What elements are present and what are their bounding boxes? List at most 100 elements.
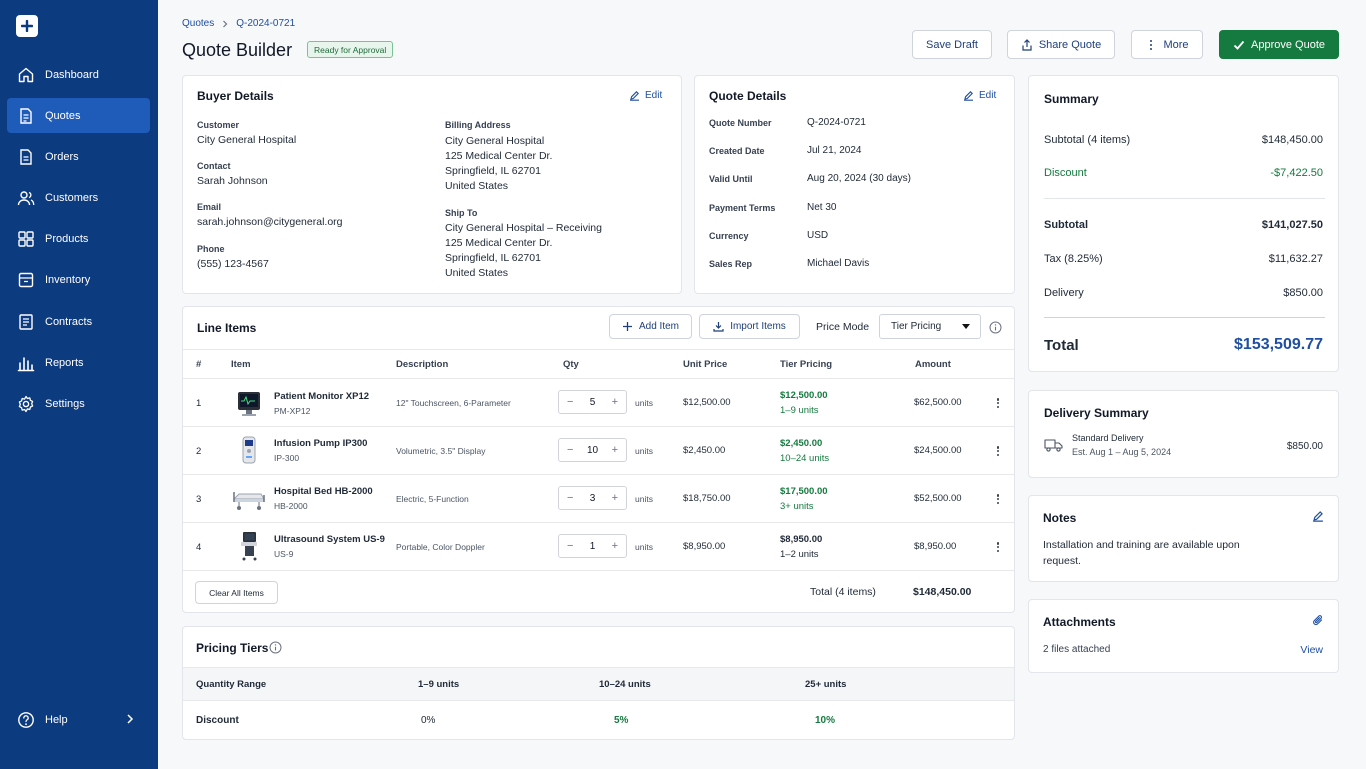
breadcrumb: Quotes Q-2024-0721 bbox=[182, 18, 295, 29]
info-icon[interactable] bbox=[269, 641, 282, 654]
approve-quote-button[interactable]: Approve Quote bbox=[1219, 30, 1339, 59]
quantity-stepper[interactable]: − 1 + bbox=[558, 534, 627, 558]
view-attachments-link[interactable]: View bbox=[1300, 644, 1323, 656]
quantity-value: 1 bbox=[589, 540, 596, 552]
sidebar-item-label: Inventory bbox=[45, 274, 91, 287]
chevron-right-icon bbox=[127, 714, 134, 724]
quantity-stepper[interactable]: − 3 + bbox=[558, 486, 627, 510]
divider bbox=[183, 474, 1014, 475]
summary-card: Summary Subtotal (4 items) $148,450.00 D… bbox=[1028, 75, 1339, 372]
tier-range-header: 1–9 units bbox=[418, 679, 460, 690]
line-items-total-label: Total (4 items) bbox=[810, 586, 876, 598]
quantity-stepper[interactable]: − 5 + bbox=[558, 390, 627, 414]
column-header: Amount bbox=[915, 359, 951, 370]
phone-value: (555) 123-4567 bbox=[197, 258, 269, 270]
item-name[interactable]: Ultrasound System US-9 bbox=[274, 534, 385, 545]
decrement-button[interactable]: − bbox=[567, 492, 573, 504]
increment-button[interactable]: + bbox=[612, 492, 618, 504]
clear-all-items-button[interactable]: Clear All Items bbox=[195, 581, 278, 604]
increment-button[interactable]: + bbox=[612, 444, 618, 456]
quote-field-value: Jul 21, 2024 bbox=[807, 145, 862, 156]
quote-edit-button[interactable]: Edit bbox=[963, 90, 996, 101]
decrement-button[interactable]: − bbox=[567, 396, 573, 408]
quote-field-value: Net 30 bbox=[807, 202, 837, 213]
quote-field-label: Valid Until bbox=[709, 174, 753, 184]
ship-to-line: City General Hospital – Receiving bbox=[445, 222, 602, 234]
ultrasound-system-image bbox=[241, 532, 257, 561]
import-items-label: Import Items bbox=[730, 321, 786, 332]
tier-price: $8,950.00 bbox=[780, 534, 823, 545]
app-logo[interactable] bbox=[16, 15, 38, 37]
sidebar-item-dashboard[interactable]: Dashboard bbox=[7, 57, 150, 92]
row-amount: $8,950.00 bbox=[914, 541, 957, 552]
decrement-button[interactable]: − bbox=[567, 540, 573, 552]
row-menu-icon[interactable] bbox=[993, 492, 1003, 506]
sidebar-item-products[interactable]: Products bbox=[7, 222, 150, 257]
buyer-edit-button[interactable]: Edit bbox=[629, 90, 662, 101]
item-name[interactable]: Patient Monitor XP12 bbox=[274, 391, 369, 402]
quantity-value: 10 bbox=[586, 444, 599, 456]
sidebar-item-settings[interactable]: Settings bbox=[7, 387, 150, 422]
sidebar-item-quotes[interactable]: Quotes bbox=[7, 98, 150, 134]
increment-button[interactable]: + bbox=[612, 396, 618, 408]
more-button[interactable]: More bbox=[1131, 30, 1203, 59]
quantity-value: 5 bbox=[589, 396, 596, 408]
discount-row-label: Discount bbox=[196, 715, 239, 726]
delivery-label: Delivery bbox=[1044, 287, 1084, 299]
item-name[interactable]: Infusion Pump IP300 bbox=[274, 438, 367, 449]
attachments-title: Attachments bbox=[1043, 615, 1116, 629]
paperclip-icon[interactable] bbox=[1312, 614, 1324, 627]
add-item-button[interactable]: Add Item bbox=[609, 314, 692, 339]
sidebar-item-inventory[interactable]: Inventory bbox=[7, 263, 150, 298]
sidebar-item-customers[interactable]: Customers bbox=[7, 181, 150, 216]
pencil-icon[interactable] bbox=[1312, 510, 1324, 522]
ship-to-line: 125 Medical Center Dr. bbox=[445, 237, 553, 249]
notes-text: Installation and training are available … bbox=[1043, 539, 1240, 567]
price-mode-select[interactable]: Tier Pricing bbox=[879, 314, 981, 339]
sidebar-item-reports[interactable]: Reports bbox=[7, 345, 150, 380]
item-description: Electric, 5-Function bbox=[396, 494, 469, 504]
divider bbox=[183, 349, 1014, 350]
status-badge: Ready for Approval bbox=[307, 41, 394, 58]
sidebar-item-orders[interactable]: Orders bbox=[7, 139, 150, 174]
tier-price: $17,500.00 bbox=[780, 486, 828, 497]
buyer-details-card: Buyer Details Edit Customer City General… bbox=[182, 75, 682, 294]
infusion-pump-image bbox=[242, 436, 256, 464]
decrement-button[interactable]: − bbox=[567, 444, 573, 456]
breadcrumb-quotes[interactable]: Quotes bbox=[182, 18, 214, 29]
ship-to-label: Ship To bbox=[445, 208, 478, 218]
info-icon[interactable] bbox=[989, 321, 1002, 334]
row-menu-icon[interactable] bbox=[993, 396, 1003, 410]
delivery-estimate: Est. Aug 1 – Aug 5, 2024 bbox=[1072, 447, 1172, 457]
increment-button[interactable]: + bbox=[612, 540, 618, 552]
column-header: Tier Pricing bbox=[780, 359, 833, 370]
email-label: Email bbox=[197, 202, 222, 212]
unit-label: units bbox=[635, 542, 653, 552]
sidebar-item-label: Settings bbox=[45, 398, 85, 410]
share-quote-button[interactable]: Share Quote bbox=[1007, 30, 1115, 59]
notes-card: Notes Installation and training are avai… bbox=[1028, 495, 1339, 582]
edit-label: Edit bbox=[645, 90, 663, 101]
breadcrumb-current[interactable]: Q-2024-0721 bbox=[236, 18, 295, 29]
row-number: 1 bbox=[196, 398, 202, 409]
gear-icon bbox=[18, 395, 34, 413]
row-number: 2 bbox=[196, 446, 202, 457]
contract-icon bbox=[19, 313, 33, 330]
sidebar-item-contracts[interactable]: Contracts bbox=[7, 304, 150, 339]
row-menu-icon[interactable] bbox=[993, 540, 1003, 554]
quantity-stepper[interactable]: − 10 + bbox=[558, 438, 627, 462]
save-draft-button[interactable]: Save Draft bbox=[912, 30, 992, 59]
sidebar: Dashboard Quotes Orders Customers Produc… bbox=[0, 0, 158, 769]
unit-label: units bbox=[635, 494, 653, 504]
quote-details-card: Quote Details Edit Quote Number Q-2024-0… bbox=[694, 75, 1015, 294]
row-number: 3 bbox=[196, 494, 202, 505]
row-menu-icon[interactable] bbox=[993, 444, 1003, 458]
unit-label: units bbox=[635, 446, 653, 456]
total-value: $153,509.77 bbox=[1234, 336, 1323, 353]
plus-icon bbox=[622, 322, 632, 331]
unit-price: $12,500.00 bbox=[683, 397, 731, 408]
item-name[interactable]: Hospital Bed HB-2000 bbox=[274, 486, 373, 497]
import-items-button[interactable]: Import Items bbox=[699, 314, 800, 339]
tier-discount: 10% bbox=[815, 715, 836, 726]
sidebar-item-help[interactable]: Help bbox=[7, 702, 150, 737]
